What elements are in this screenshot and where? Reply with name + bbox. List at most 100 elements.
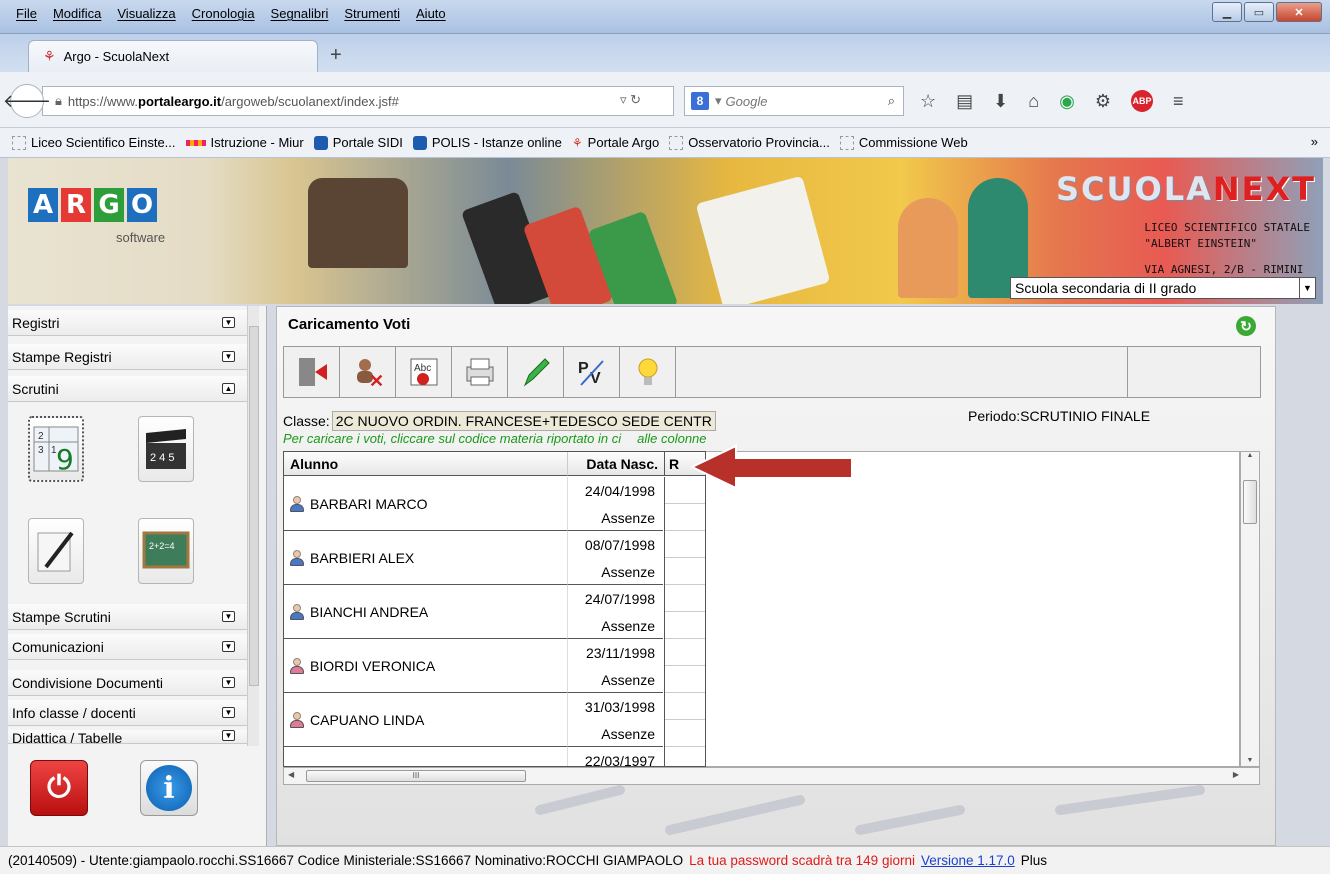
bookmarks-list-icon[interactable]: ▤ xyxy=(956,91,973,112)
sidebar-item-info-classe[interactable]: Info classe / docenti ▼ xyxy=(8,700,255,726)
sidebar-item-registri[interactable]: Registri ▼ xyxy=(8,310,255,336)
edit-notes-button[interactable] xyxy=(28,518,84,584)
absence-input[interactable] xyxy=(665,612,705,639)
student-date-cell: 31/03/1998 Assenze xyxy=(567,693,663,747)
scuolanext-brand: SCUOLANEXT xyxy=(1055,170,1316,208)
menu-file[interactable]: File xyxy=(8,6,45,21)
grade-input[interactable] xyxy=(665,747,705,766)
bookmark-item[interactable]: Osservatorio Provincia... xyxy=(669,135,830,150)
expand-icon[interactable]: ▼ xyxy=(222,707,235,718)
sidebar-item-stampe-registri[interactable]: Stampe Registri ▼ xyxy=(8,344,255,370)
expand-icon[interactable]: ▼ xyxy=(222,611,235,622)
grade-cell[interactable] xyxy=(664,585,705,639)
bookmark-item[interactable]: Commissione Web xyxy=(839,135,968,150)
version-link[interactable]: Versione 1.17.0 xyxy=(921,853,1015,868)
sidebar-scroll-thumb[interactable] xyxy=(249,326,259,686)
new-tab-icon[interactable]: + xyxy=(330,44,342,67)
column-header-data-nascita[interactable]: Data Nasc. xyxy=(567,452,664,476)
extension-icon[interactable]: ⚙ xyxy=(1095,91,1111,112)
search-caret-icon[interactable]: ▾ xyxy=(715,93,722,109)
grade-input[interactable] xyxy=(665,639,705,666)
action-toolbar: ✕ Abc PV xyxy=(283,346,1261,398)
expand-icon[interactable]: ▼ xyxy=(222,677,235,688)
toolbar-spacer xyxy=(676,347,1128,397)
url-bar[interactable]: 🔒︎ https://www. portaleargo.it/argoweb/sc… xyxy=(42,86,674,116)
menu-strumenti[interactable]: Strumenti xyxy=(336,6,408,21)
menu-segnalibri[interactable]: Segnalibri xyxy=(263,6,337,21)
column-header-alunno[interactable]: Alunno xyxy=(284,452,567,476)
clapperboard-button[interactable]: 2 4 5 xyxy=(138,416,194,482)
absence-input[interactable] xyxy=(665,504,705,531)
grade-input[interactable] xyxy=(665,693,705,720)
remove-user-icon[interactable]: ✕ xyxy=(340,347,396,397)
info-button[interactable]: i xyxy=(140,760,198,816)
search-field[interactable]: 8 ▾ Google ⌕ xyxy=(684,86,904,116)
highlighter-icon[interactable] xyxy=(508,347,564,397)
bookmark-star-icon[interactable]: ☆ xyxy=(920,91,936,112)
scroll-down-icon[interactable]: ▼ xyxy=(1241,757,1259,764)
pv-icon[interactable]: PV xyxy=(564,347,620,397)
expand-icon[interactable]: ▼ xyxy=(222,730,235,741)
maximize-icon[interactable]: ▭ xyxy=(1244,2,1274,22)
expand-icon[interactable]: ▼ xyxy=(222,351,235,362)
grade-cell[interactable] xyxy=(664,639,705,693)
bookmark-item[interactable]: POLIS - Istanze online xyxy=(412,135,562,150)
blackboard-button[interactable]: 2+2=4 xyxy=(138,518,194,584)
sidebar-scrollbar[interactable] xyxy=(247,306,259,746)
lightbulb-icon[interactable] xyxy=(620,347,676,397)
back-arrow-icon[interactable]: 🡐 xyxy=(3,84,51,118)
url-dropdown-reload-icons[interactable]: ▿ ↻ xyxy=(620,92,641,108)
bookmark-item[interactable]: Portale SIDI xyxy=(313,135,403,150)
search-icon[interactable]: ⌕ xyxy=(888,93,895,109)
expand-icon[interactable]: ▼ xyxy=(222,317,235,328)
spellcheck-icon[interactable]: Abc xyxy=(396,347,452,397)
horizontal-scroll-thumb[interactable]: III xyxy=(306,770,526,782)
bookmarks-overflow-icon[interactable]: » xyxy=(1311,134,1318,149)
minimize-icon[interactable]: ▁ xyxy=(1212,2,1242,22)
exit-door-icon[interactable] xyxy=(284,347,340,397)
grade-input[interactable] xyxy=(665,531,705,558)
download-icon[interactable]: ⬇ xyxy=(993,91,1008,112)
bookmark-item[interactable]: Istruzione - Miur xyxy=(185,135,304,150)
sidebar-item-condivisione-documenti[interactable]: Condivisione Documenti ▼ xyxy=(8,670,255,696)
close-icon[interactable]: ✕ xyxy=(1276,2,1322,22)
tab-title: Argo - ScuolaNext xyxy=(63,49,170,64)
absence-input[interactable] xyxy=(665,558,705,585)
school-type-select[interactable]: Scuola secondaria di II grado ▼ xyxy=(1010,277,1316,299)
refresh-icon[interactable]: ↻ xyxy=(1236,316,1256,336)
edition-label: Plus xyxy=(1020,853,1048,868)
bookmark-item[interactable]: Liceo Scientifico Einste... xyxy=(12,135,176,150)
green-circle-icon[interactable]: ◉ xyxy=(1059,91,1075,112)
voti-grid-button[interactable]: 2319 xyxy=(28,416,84,482)
absence-input[interactable] xyxy=(665,720,705,747)
sidebar-item-didattica[interactable]: Didattica / Tabelle ▼ xyxy=(8,730,255,744)
sidebar-item-comunicazioni[interactable]: Comunicazioni ▼ xyxy=(8,634,255,660)
logout-power-icon[interactable]: ⏻ xyxy=(30,760,88,816)
scroll-left-icon[interactable]: ◀ xyxy=(288,770,294,779)
menu-visualizza[interactable]: Visualizza xyxy=(109,6,183,21)
print-icon[interactable] xyxy=(452,347,508,397)
sidebar-item-stampe-scrutini[interactable]: Stampe Scrutini ▼ xyxy=(8,604,255,630)
grid-vertical-scrollbar[interactable]: ▲ ▼ xyxy=(1240,451,1260,767)
home-icon[interactable]: ⌂ xyxy=(1028,91,1039,112)
chevron-down-icon[interactable]: ▼ xyxy=(1299,278,1315,298)
grade-cell[interactable] xyxy=(664,531,705,585)
collapse-icon[interactable]: ▲ xyxy=(222,383,235,394)
browser-tab[interactable]: ⚘ Argo - ScuolaNext xyxy=(28,40,318,72)
absence-input[interactable] xyxy=(665,666,705,693)
scroll-right-icon[interactable]: ▶ xyxy=(1233,770,1239,779)
scroll-up-icon[interactable]: ▲ xyxy=(1241,452,1259,459)
menu-cronologia[interactable]: Cronologia xyxy=(184,6,263,21)
grade-cell[interactable] xyxy=(664,747,705,766)
menu-aiuto[interactable]: Aiuto xyxy=(408,6,454,21)
expand-icon[interactable]: ▼ xyxy=(222,641,235,652)
grade-input[interactable] xyxy=(665,585,705,612)
menu-hamburger-icon[interactable]: ≡ xyxy=(1173,91,1184,112)
adblock-icon[interactable]: ABP xyxy=(1130,90,1153,112)
vertical-scroll-thumb[interactable] xyxy=(1243,480,1257,524)
sidebar-item-scrutini[interactable]: Scrutini ▲ xyxy=(8,376,255,402)
bookmark-item[interactable]: ⚘ Portale Argo xyxy=(572,135,659,150)
birth-date: 22/03/1997 xyxy=(584,752,655,767)
grade-cell[interactable] xyxy=(664,693,705,747)
menu-modifica[interactable]: Modifica xyxy=(45,6,109,21)
